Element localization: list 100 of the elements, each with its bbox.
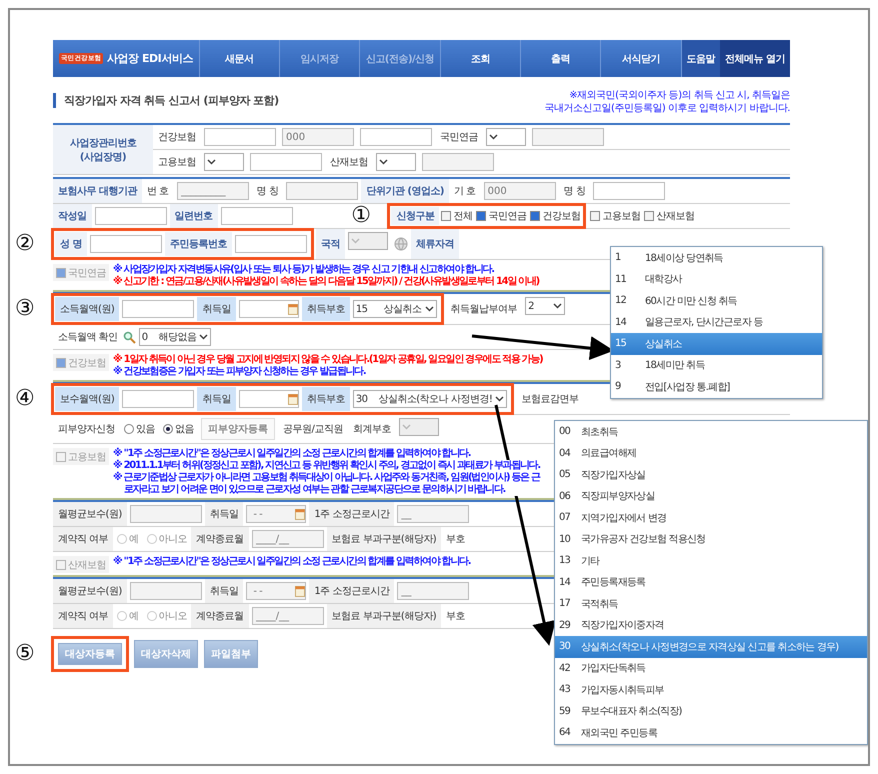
date-field[interactable] xyxy=(238,390,299,408)
chevron-down-icon xyxy=(489,134,498,140)
text-field[interactable] xyxy=(122,300,194,318)
notice-text: ※ 2011.1.1부터 허위(정정신고 포함), 지연신고 등 위반행위 확인시 주의, 경고없이 즉시 과태료가 부과됩니다. xyxy=(113,460,540,472)
dropdown-option[interactable]: 29 직장가입자이중자격 xyxy=(555,614,867,636)
dropdown-option[interactable]: 00 최초취득 xyxy=(555,421,867,442)
globe-icon[interactable] xyxy=(394,237,408,251)
field-label: 보험료 부과구분(해당자) xyxy=(326,604,442,628)
checkbox[interactable]: 전체 xyxy=(439,207,474,225)
field-label: 성 명 xyxy=(55,232,87,256)
field-label: 월평균보수(원) xyxy=(53,579,127,603)
field-label: 단위기관 (영업소) xyxy=(361,179,449,203)
field-label: 계약직 여부 xyxy=(53,527,114,551)
dropdown-option[interactable]: 12 60시간 미만 신청 취득 xyxy=(611,290,822,312)
text-field[interactable] xyxy=(90,235,162,253)
notice-text: ※ "1주 소정근로시간"은 정상근로시 일주일간의 소정 근로시간의 합계를 입력하여야 합니다. xyxy=(113,556,470,568)
text-field[interactable] xyxy=(122,390,194,408)
checkbox[interactable]: 산재보험 xyxy=(642,204,696,228)
field-label: 소득월액(원) xyxy=(55,297,120,321)
service-title: 사업장 EDI서비스 xyxy=(107,51,193,66)
field-label: 취득일 xyxy=(197,387,236,411)
dropdown-option[interactable]: 64 재외국민 주민등록 xyxy=(555,722,867,744)
field-label: 작성일 xyxy=(53,204,92,228)
chevron-down-icon xyxy=(207,159,216,165)
checkbox[interactable]: 고용보험 xyxy=(588,204,642,228)
dropdown-option[interactable]: 13 기타 xyxy=(555,550,867,572)
notice-text: ※ 1일자 취득이 아닌 경우 당월 고지에 반영되지 않을 수 있습니다.(1일자 공휴일, 일요일인 경우에도 적용 가능) xyxy=(113,354,542,366)
notice-text: ※ "1주 소정근로시간"은 정상근로시 일주일간의 소정 근로시간의 합계를 입력하여야 합니다. xyxy=(113,448,470,460)
field-label: 1주 소정근로시간 xyxy=(309,502,394,526)
help-button[interactable]: 도움말 xyxy=(682,40,720,77)
dropdown-field[interactable]: 15 상실취소 xyxy=(352,300,437,318)
dropdown-field[interactable] xyxy=(204,153,244,171)
checkbox[interactable]: 국민연금 xyxy=(474,207,528,225)
text-field[interactable] xyxy=(94,207,166,225)
dropdown-field[interactable] xyxy=(486,128,526,146)
dropdown-field[interactable]: 2 xyxy=(525,297,566,315)
dropdown-option[interactable]: 10 국가유공자 건강보험 적용신청 xyxy=(555,528,867,550)
field-label: 국적 xyxy=(316,229,345,259)
dropdown-field[interactable]: 30 상실취소(착오나 사정변경! xyxy=(352,390,508,408)
chevron-down-icon xyxy=(495,396,504,402)
checkbox[interactable]: 건강보험 xyxy=(528,207,582,225)
text-field[interactable] xyxy=(204,128,276,146)
field-label: 체류자격 xyxy=(410,229,459,259)
chevron-down-icon xyxy=(424,306,434,312)
menu-item[interactable]: 조회 xyxy=(440,40,521,77)
text-field[interactable] xyxy=(234,235,307,253)
field-label: 계약종료월 xyxy=(191,604,249,628)
menu-item[interactable]: 새문서 xyxy=(200,40,280,77)
field-label: 취득일 xyxy=(204,502,244,526)
field-label: 주민등록번호 xyxy=(164,232,232,256)
dropdown-option[interactable]: 15 상실취소 xyxy=(611,333,822,354)
dropdown-option[interactable]: 05 직장가입자상실 xyxy=(555,464,867,486)
field-label: 취득일 xyxy=(204,579,244,603)
dropdown-option[interactable]: 42 가입자단독취득 xyxy=(555,658,867,679)
dropdown-field[interactable] xyxy=(376,153,416,171)
field-label: 계약종료월 xyxy=(191,527,249,551)
notice-text: ※재외국민(국외이주자 등)의 취득 신고 시, 취득일은 xyxy=(568,89,790,102)
radio-button[interactable]: 없음 xyxy=(159,415,198,443)
section-label: 사업장관리번호 (사업장명) xyxy=(53,125,153,175)
chevron-down-icon xyxy=(350,238,360,244)
chevron-down-icon xyxy=(199,334,208,340)
dropdown-option[interactable]: 1 18세이상 당연취득 xyxy=(611,247,822,268)
dropdown-option[interactable]: 07 지역가입자에서 변경 xyxy=(555,507,867,528)
dropdown-option[interactable]: 14 일용근로자, 단시간근로자 등 xyxy=(611,312,822,333)
field-label: 보수월액(원) xyxy=(55,387,120,411)
chevron-down-icon xyxy=(379,159,388,165)
dropdown-option[interactable]: 06 직장피부양자상실 xyxy=(555,486,867,507)
chevron-down-icon xyxy=(402,424,411,430)
field-label: 계약직 여부 xyxy=(53,604,114,628)
dropdown-option[interactable]: 3 18세미만 취득 xyxy=(611,354,822,376)
field-label: 취득부호 xyxy=(302,297,350,321)
notice-text: ※ 건강보험증은 가입자 또는 피부양자 신청하는 경우 발급됩니다. xyxy=(113,366,366,378)
date-field[interactable] xyxy=(238,300,299,318)
dropdown-option[interactable]: 11 대학강사 xyxy=(611,268,822,290)
text-field[interactable] xyxy=(593,182,666,200)
text-field[interactable] xyxy=(250,153,322,171)
field-label: 보험사무 대행기관 xyxy=(53,179,142,203)
calendar-icon[interactable] xyxy=(288,393,298,405)
field-label: 신청구분 xyxy=(391,207,440,225)
radio-button[interactable]: 있음 xyxy=(120,415,159,443)
search-icon[interactable] xyxy=(122,330,136,344)
dropdown-option[interactable]: 59 무보수대표자 취소(직장) xyxy=(555,700,867,722)
menu-item[interactable]: 출력 xyxy=(520,40,602,77)
text-field[interactable] xyxy=(360,128,432,146)
dropdown-option[interactable]: 30 상실취소(착오나 사정변경으로 자격상실 신고를 취소하는 경우) xyxy=(555,636,867,658)
calendar-icon[interactable] xyxy=(288,303,298,315)
notice-text: ※ 신고기한 : 연금/고용/산재(사유발생일이 속하는 달의 다음달 15일까지) / 건강(사유발생일로부터 14일 이내) xyxy=(113,276,539,288)
text-field[interactable] xyxy=(220,207,292,225)
dropdown-option[interactable]: 43 가입자동시취득피부 xyxy=(555,679,867,700)
dropdown-option[interactable]: 04 의료급여해제 xyxy=(555,442,867,464)
dropdown-option[interactable]: 9 전입[사업장 통.폐합] xyxy=(611,376,822,398)
notice-text: ※ 사업장가입자 자격변동사유(입사 또는 퇴사 등)가 발생하는 경우 신고 기한내 신고하여야 합니다. xyxy=(113,264,494,276)
field-label: 취득부호 xyxy=(302,387,350,411)
chevron-down-icon xyxy=(553,303,562,309)
field-label: 1주 소정근로시간 xyxy=(309,579,394,603)
field-label: 일련번호 xyxy=(170,204,218,228)
dropdown-option[interactable]: 17 국적취득 xyxy=(555,593,867,614)
dropdown-option[interactable]: 14 주민등록재등록 xyxy=(555,572,867,593)
dropdown-field[interactable]: 0 해당없음 xyxy=(138,328,212,346)
all-menu-button[interactable]: 전체메뉴 열기 xyxy=(720,40,790,77)
